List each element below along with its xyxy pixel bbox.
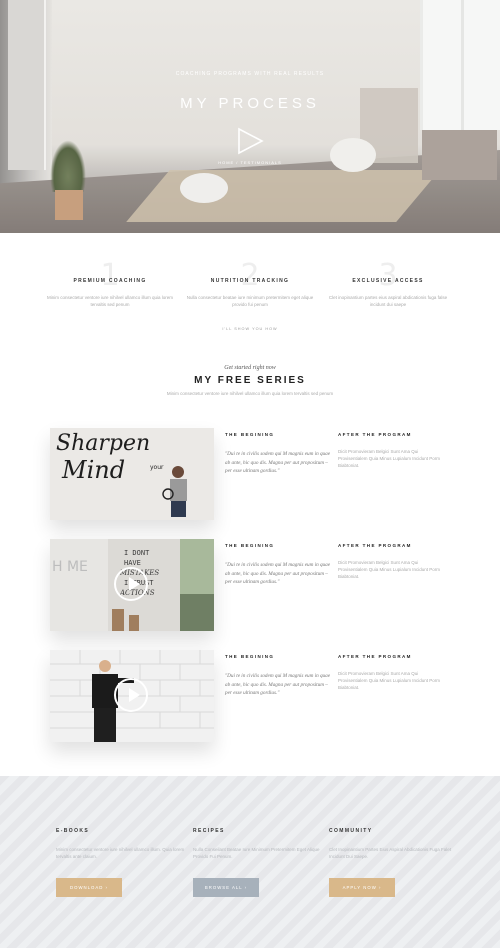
feature-title: NUTRITION TRACKING [210, 278, 290, 284]
feature-title: EXCLUSIVE ACCESS [352, 278, 424, 284]
series-title: MY FREE SERIES [194, 375, 306, 386]
feature-premium-coaching: 1 PREMIUM COACHING Minim consectetur ven… [40, 261, 180, 308]
play-icon [238, 127, 264, 155]
feature-exclusive-access: 3 EXCLUSIVE ACCESS Clet inopinantium par… [318, 261, 458, 308]
row-quote: "Dui te in civilis sodem qui M magnis eu… [225, 562, 331, 585]
features-section: 1 PREMIUM COACHING Minim consectetur ven… [0, 233, 500, 353]
series-pretitle: Get started right now [224, 365, 276, 371]
breadcrumb: HOME / TESTIMONIALS [218, 160, 282, 165]
row-after-text: Dicit Promovieram Belgici Sunt Ama Qui P… [338, 671, 441, 690]
feature-description: Clet inopinantium partes eius aspiral ab… [328, 295, 448, 307]
video-play-button[interactable] [114, 567, 148, 601]
series-row: Sharpen Mind your THE BEGINING AFTER THE… [0, 428, 500, 528]
resource-title: COMMUNITY [329, 828, 373, 834]
svg-text:H ME: H ME [52, 559, 88, 575]
row-label-begining: THE BEGINING [225, 543, 275, 548]
row-after-text: Dicit Promovieram Belgici Sunt Ama Qui P… [338, 560, 441, 579]
resource-description: Nulla Conseilant Beatae Iure Minimum Pre… [193, 847, 320, 859]
series-subtitle: Minim consectetur ventore iure nihilvel … [166, 391, 334, 396]
row-quote: "Dui te in civilis sodem qui M magnis eu… [225, 673, 331, 696]
row-label-after: AFTER THE PROGRAM [338, 432, 412, 437]
resource-community: COMMUNITY Clet Inopinantium Partes Eius … [329, 828, 459, 860]
svg-text:Mind: Mind [61, 456, 125, 484]
video-thumbnail-sharpen[interactable]: Sharpen Mind your [50, 428, 214, 520]
page-title: MY PROCESS [180, 95, 320, 112]
svg-text:Sharpen: Sharpen [56, 431, 150, 456]
video-thumbnail-mistakes[interactable]: H ME I DONT HAVE MISTAKES I TRUST ACTION… [50, 539, 214, 631]
hero-eyebrow: COACHING PROGRAMS WITH REAL RESULTS [175, 71, 325, 77]
row-label-begining: THE BEGINING [225, 654, 275, 659]
resource-recipes: RECIPES Nulla Conseilant Beatae Iure Min… [193, 828, 323, 860]
apply-now-button[interactable]: APPLY NOW › [329, 878, 395, 897]
resources-section: E-BOOKS Minim consectetur ventore iure n… [0, 776, 500, 948]
resource-description: Minim consectetur ventore iure nihilvel … [56, 847, 185, 859]
video-play-button[interactable] [114, 678, 148, 712]
resource-title: E-BOOKS [56, 828, 90, 834]
browse-all-button[interactable]: BROWSE ALL › [193, 878, 259, 897]
series-row: THE BEGINING AFTER THE PROGRAM "Dui te i… [0, 650, 500, 750]
sharpen-mind-image: Sharpen Mind your [50, 428, 214, 520]
resource-title: RECIPES [193, 828, 225, 834]
hero-section: COACHING PROGRAMS WITH REAL RESULTS MY P… [0, 0, 500, 233]
row-quote: "Dui te in civilis sodem qui M magnis eu… [225, 451, 331, 474]
feature-nutrition-tracking: 2 NUTRITION TRACKING Nulla consectetur b… [180, 261, 320, 308]
row-label-after: AFTER THE PROGRAM [338, 543, 412, 548]
download-button[interactable]: DOWNLOAD › [56, 878, 122, 897]
resource-description: Clet Inopinantium Partes Eius Aspiral Ab… [329, 847, 452, 859]
show-how-link[interactable]: I'LL SHOW YOU HOW [0, 327, 500, 331]
free-series-header: Get started right now MY FREE SERIES Min… [0, 365, 500, 396]
feature-number: 1 [100, 258, 120, 293]
svg-text:I DONT: I DONT [124, 549, 150, 557]
hero-play-button[interactable] [236, 127, 264, 155]
svg-text:your: your [150, 464, 164, 471]
feature-title: PREMIUM COACHING [73, 278, 147, 284]
svg-text:HAVE: HAVE [124, 559, 141, 567]
video-thumbnail-wall[interactable] [50, 650, 214, 742]
row-label-begining: THE BEGINING [225, 432, 275, 437]
feature-number: 3 [378, 258, 398, 293]
feature-description: Nulla consectetur beatae iure minimum pr… [186, 295, 314, 307]
hero-overlay [0, 0, 500, 233]
row-label-after: AFTER THE PROGRAM [338, 654, 412, 659]
feature-description: Minim consectetur ventore iure nihilvel … [46, 295, 174, 307]
row-after-text: Dicit Promovieram Belgici Sunt Ama Qui P… [338, 449, 441, 468]
series-row: H ME I DONT HAVE MISTAKES I TRUST ACTION… [0, 539, 500, 639]
resource-ebooks: E-BOOKS Minim consectetur ventore iure n… [56, 828, 186, 860]
feature-number: 2 [240, 258, 260, 293]
